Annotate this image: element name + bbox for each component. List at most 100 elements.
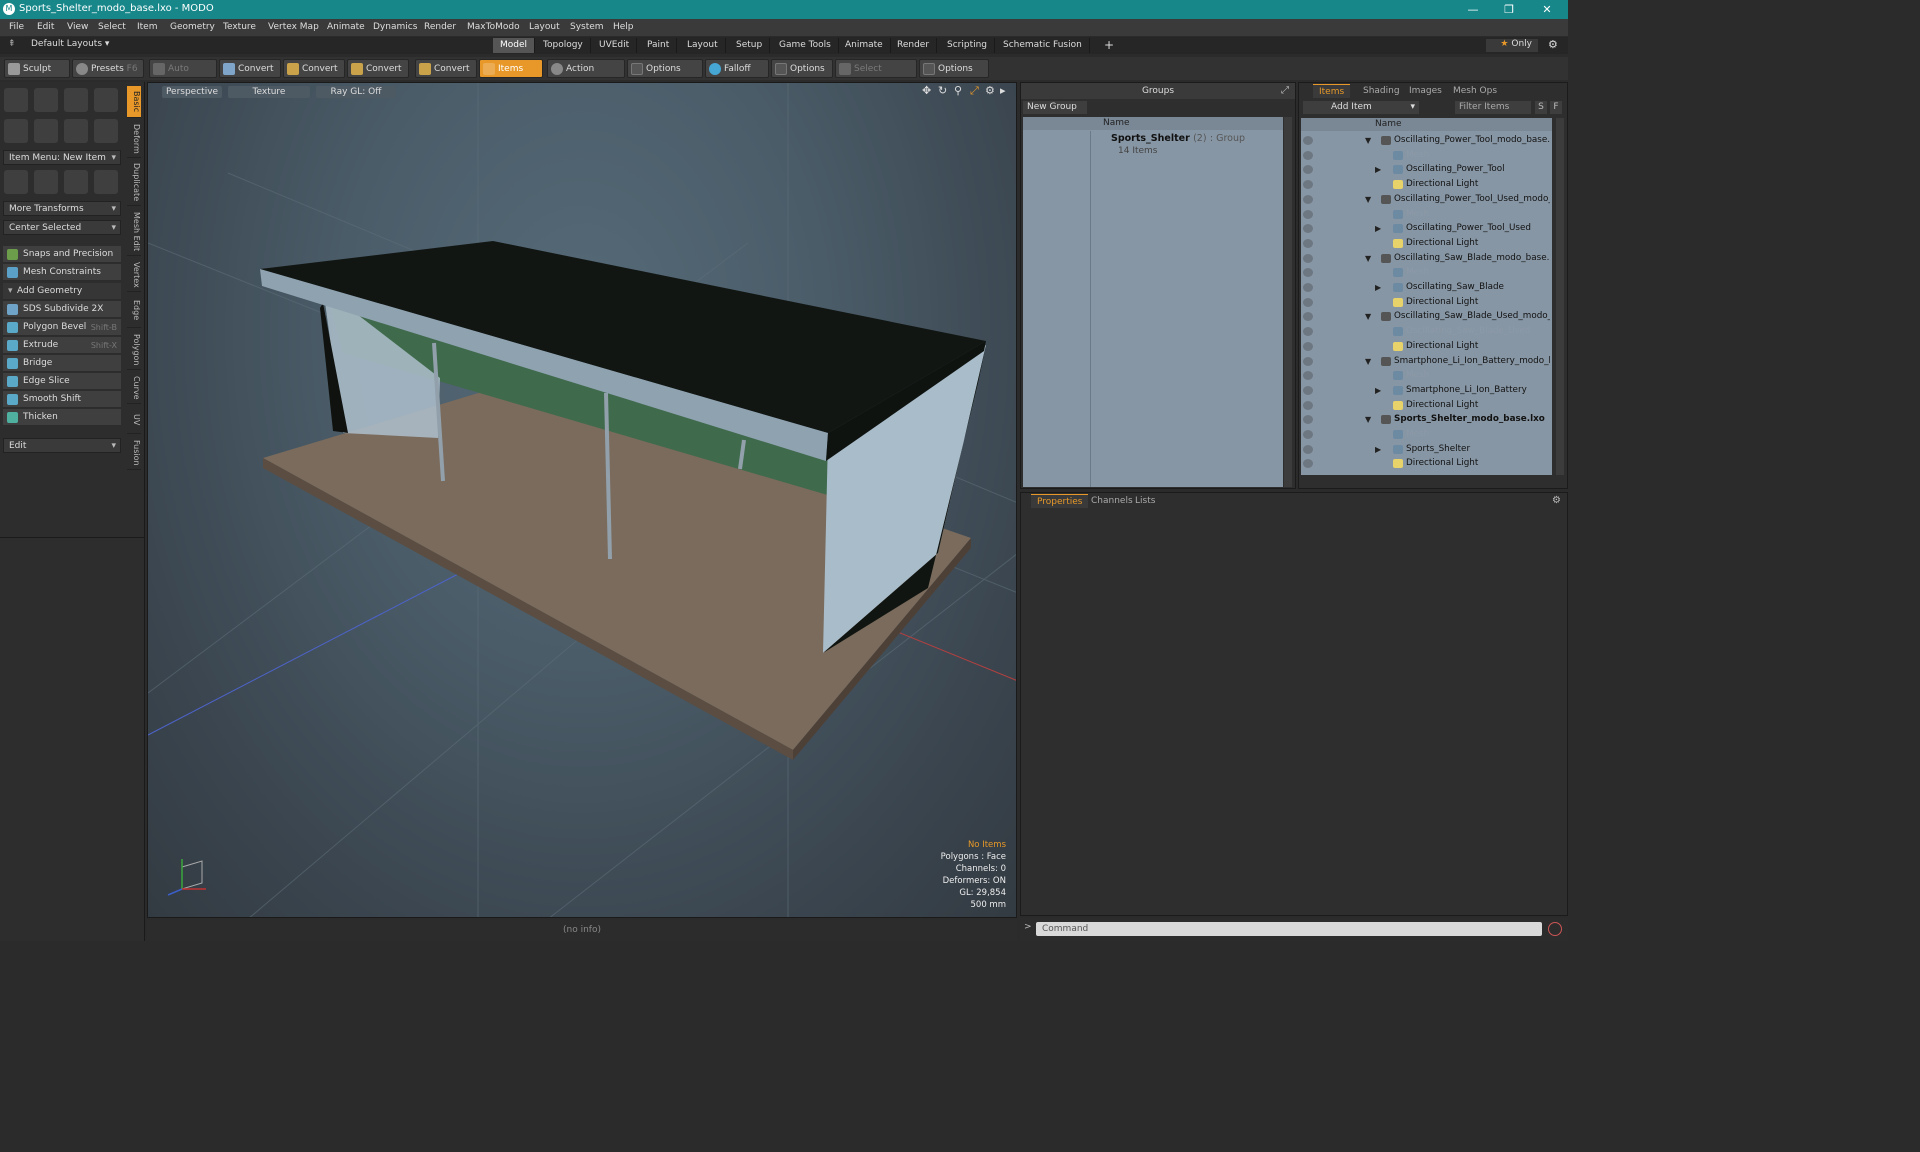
visibility-eye-icon[interactable] xyxy=(1303,459,1313,469)
tab-model[interactable]: Model xyxy=(493,38,536,53)
filter-s-toggle[interactable]: S xyxy=(1535,101,1547,114)
3d-viewport[interactable]: Perspective Texture Ray GL: Off ✥ ↻ ⚲ ⤢ … xyxy=(147,82,1017,918)
menu-system[interactable]: System xyxy=(570,22,604,32)
visibility-eye-icon[interactable] xyxy=(1303,253,1313,263)
menu-view[interactable]: View xyxy=(67,22,88,32)
new-group-button[interactable]: New Group xyxy=(1023,101,1087,114)
tab-setup[interactable]: Setup xyxy=(729,38,771,53)
item-row[interactable]: Oscillating_Saw_Blade_Used xyxy=(1301,324,1550,339)
expand-arrow-icon[interactable]: ▶ xyxy=(1375,221,1381,236)
visibility-eye-icon[interactable] xyxy=(1303,371,1313,381)
gear-icon[interactable]: ⚙ xyxy=(1548,38,1558,51)
close-icon[interactable]: ✕ xyxy=(1532,1,1562,18)
props-tab-properties[interactable]: Properties xyxy=(1031,494,1089,508)
item-row[interactable]: ▼ Sports_Shelter_modo_base.lxo xyxy=(1301,412,1550,427)
visibility-eye-icon[interactable] xyxy=(1303,165,1313,175)
item-row[interactable]: Directional Light xyxy=(1301,177,1550,192)
collapse-arrow-icon[interactable]: ▼ xyxy=(1365,251,1371,266)
visibility-eye-icon[interactable] xyxy=(1303,444,1313,454)
presets-button[interactable]: Presets F6 xyxy=(72,59,144,78)
visibility-eye-icon[interactable] xyxy=(1303,327,1313,337)
item-row[interactable]: ▼ Smartphone_Li_Ion_Battery_modo_b... xyxy=(1301,354,1550,369)
menu-geometry[interactable]: Geometry xyxy=(170,22,215,32)
name-column-header[interactable]: Name xyxy=(1103,117,1130,130)
capsule-icon[interactable] xyxy=(34,119,58,143)
center-selected-dropdown[interactable]: Center Selected xyxy=(3,220,121,236)
visibility-eye-icon[interactable] xyxy=(1303,400,1313,410)
visibility-eye-icon[interactable] xyxy=(1303,385,1313,395)
visibility-eye-icon[interactable] xyxy=(1303,180,1313,190)
expand-panel-icon[interactable]: ⤢ xyxy=(1281,85,1289,96)
visibility-eye-icon[interactable] xyxy=(1303,194,1313,204)
visibility-eye-icon[interactable] xyxy=(1303,209,1313,219)
tab-scripting[interactable]: Scripting xyxy=(940,38,996,53)
tool-smooth-shift[interactable]: Smooth Shift xyxy=(3,391,121,408)
tab-paint[interactable]: Paint xyxy=(640,38,678,53)
menu-item[interactable]: Item xyxy=(137,22,158,32)
options-button-3[interactable]: Options xyxy=(919,59,989,78)
falloff-button[interactable]: Falloff xyxy=(705,59,769,78)
item-row[interactable]: Directional Light xyxy=(1301,236,1550,251)
convert-button-2[interactable]: Convert xyxy=(283,59,345,78)
default-layouts-dropdown[interactable]: Default Layouts ▾ xyxy=(31,39,109,49)
tool-edge-slice[interactable]: Edge Slice xyxy=(3,373,121,390)
options-button-2[interactable]: Options xyxy=(771,59,833,78)
menu-animate[interactable]: Animate xyxy=(327,22,365,32)
expand-arrow-icon[interactable]: ▶ xyxy=(1375,280,1381,295)
item-row[interactable]: ▶ Oscillating_Power_Tool xyxy=(1301,162,1550,177)
menu-render[interactable]: Render xyxy=(424,22,456,32)
item-row[interactable]: Directional Light xyxy=(1301,398,1550,413)
edit-dropdown[interactable]: Edit xyxy=(3,438,121,454)
globe-icon[interactable] xyxy=(64,170,88,194)
vtab-deform[interactable]: Deform xyxy=(127,120,141,158)
layout-arrow-icon[interactable]: ⇞ xyxy=(8,39,16,49)
visibility-eye-icon[interactable] xyxy=(1303,150,1313,160)
record-icon[interactable] xyxy=(1548,922,1562,936)
tool-thicken[interactable]: Thicken xyxy=(3,409,121,426)
visibility-eye-icon[interactable] xyxy=(1303,356,1313,366)
items-tab-shading[interactable]: Shading xyxy=(1357,84,1406,98)
item-row[interactable]: Mesh xyxy=(1301,368,1550,383)
vtab-mesh-edit[interactable]: Mesh Edit xyxy=(127,208,141,256)
only-toggle[interactable]: ★ Only xyxy=(1486,39,1538,52)
select-through-button[interactable]: Select Through xyxy=(835,59,917,93)
item-row[interactable]: ▼ Oscillating_Power_Tool_Used_modo_... xyxy=(1301,192,1550,207)
convert-button-1[interactable]: Convert xyxy=(219,59,281,78)
visibility-eye-icon[interactable] xyxy=(1303,297,1313,307)
visibility-eye-icon[interactable] xyxy=(1303,341,1313,351)
expand-arrow-icon[interactable]: ▶ xyxy=(1375,442,1381,457)
group-row[interactable]: Sports_Shelter (2) : Group 14 Items xyxy=(1111,131,1281,161)
filter-f-toggle[interactable]: F xyxy=(1550,101,1562,114)
mesh-constraints-button[interactable]: Mesh Constraints xyxy=(3,264,121,281)
vtab-polygon[interactable]: Polygon xyxy=(127,330,141,370)
tool-bridge[interactable]: Bridge xyxy=(3,355,121,372)
menu-edit[interactable]: Edit xyxy=(37,22,54,32)
menu-file[interactable]: File xyxy=(9,22,24,32)
collapse-arrow-icon[interactable]: ▼ xyxy=(1365,354,1371,369)
menu-help[interactable]: Help xyxy=(613,22,634,32)
visibility-eye-icon[interactable] xyxy=(1303,415,1313,425)
tool-extrude[interactable]: Extrude Shift-X xyxy=(3,337,121,354)
menu-dynamics[interactable]: Dynamics xyxy=(373,22,417,32)
vtab-duplicate[interactable]: Duplicate xyxy=(127,160,141,206)
filter-items-input[interactable]: Filter Items xyxy=(1455,101,1531,114)
items-mode-button[interactable]: Items xyxy=(479,59,543,78)
items-tab-images[interactable]: Images xyxy=(1403,84,1448,98)
item-row[interactable]: Directional Light xyxy=(1301,456,1550,471)
tab-layout[interactable]: Layout xyxy=(680,38,726,53)
items-tab-items[interactable]: Items xyxy=(1313,84,1351,98)
item-row[interactable]: Mesh xyxy=(1301,207,1550,222)
grid-icon[interactable] xyxy=(34,170,58,194)
item-row[interactable]: Mesh xyxy=(1301,427,1550,442)
options-button-1[interactable]: Options xyxy=(627,59,703,78)
collapse-arrow-icon[interactable]: ▼ xyxy=(1365,133,1371,148)
tab-uvedit[interactable]: UVEdit xyxy=(592,38,638,53)
properties-gear-icon[interactable]: ⚙ xyxy=(1552,495,1561,506)
item-row[interactable]: ▶ Smartphone_Li_Ion_Battery xyxy=(1301,383,1550,398)
maximize-icon[interactable]: ❐ xyxy=(1494,1,1524,18)
snaps-precision-button[interactable]: Snaps and Precision xyxy=(3,246,121,263)
visibility-eye-icon[interactable] xyxy=(1303,430,1313,439)
expand-arrow-icon[interactable]: ▶ xyxy=(1375,162,1381,177)
visibility-eye-icon[interactable] xyxy=(1303,238,1313,248)
items-scrollbar[interactable] xyxy=(1556,118,1564,475)
